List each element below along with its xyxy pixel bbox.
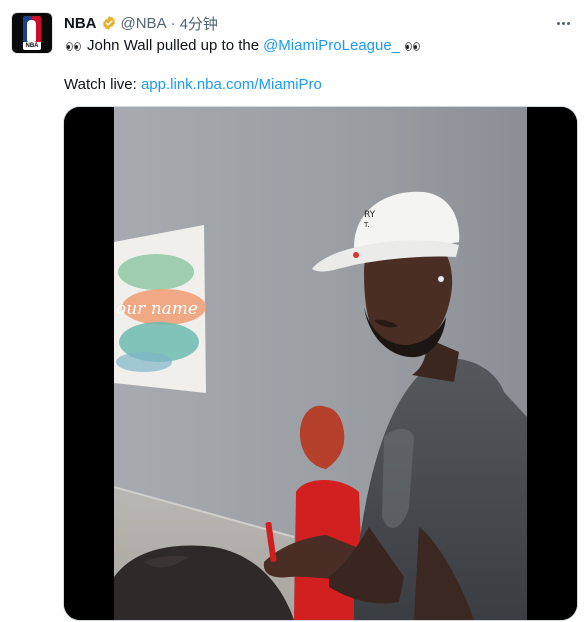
watch-label: Watch live: bbox=[64, 76, 137, 93]
tweet-header: NBA @NBA · 4分钟 bbox=[64, 12, 218, 34]
video-player[interactable]: our name RY T. bbox=[64, 107, 577, 620]
timestamp[interactable]: 4分钟 bbox=[180, 13, 218, 34]
author-name[interactable]: NBA bbox=[64, 15, 97, 32]
watch-live-line: Watch live: app.link.nba.com/MiamiPro bbox=[64, 75, 322, 95]
author-handle[interactable]: @NBA bbox=[121, 15, 167, 32]
verified-badge-icon[interactable] bbox=[101, 15, 117, 31]
svg-text:T.: T. bbox=[363, 221, 370, 229]
poster-text: our name bbox=[116, 299, 198, 319]
tweet-text-main: John Wall pulled up to the bbox=[87, 37, 260, 54]
nba-logo-text: NBA bbox=[23, 42, 41, 50]
video-frame: our name RY T. bbox=[64, 107, 577, 620]
tweet-text: John Wall pulled up to the @MiamiProLeag… bbox=[64, 36, 422, 56]
eyes-emoji-icon bbox=[405, 41, 421, 51]
watch-link[interactable]: app.link.nba.com/MiamiPro bbox=[141, 76, 322, 93]
separator: · bbox=[170, 14, 176, 32]
eyes-emoji-icon bbox=[66, 41, 81, 51]
mention-link[interactable]: @MiamiProLeague_ bbox=[263, 36, 400, 56]
nba-avatar[interactable]: NBA bbox=[12, 13, 52, 53]
svg-text:RY: RY bbox=[364, 210, 376, 220]
nba-logo-icon: NBA bbox=[23, 16, 41, 50]
poster: our name bbox=[114, 225, 206, 393]
more-options-icon[interactable] bbox=[552, 12, 574, 34]
